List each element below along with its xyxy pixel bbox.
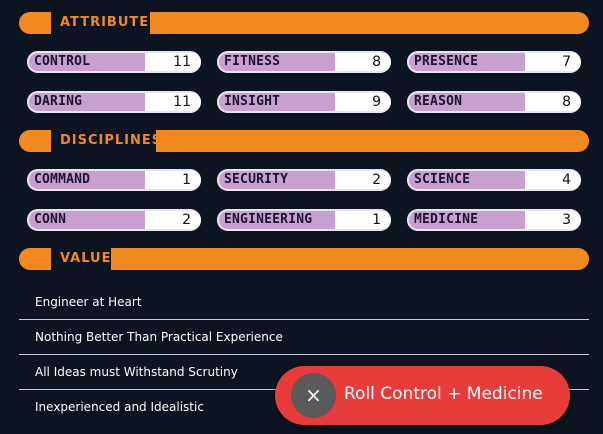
header-cap: [19, 248, 51, 270]
stat-label: SECURITY: [224, 172, 289, 187]
header-cap: [19, 12, 51, 34]
stat-label: FITNESS: [224, 54, 281, 69]
stat-label: ENGINEERING: [224, 212, 313, 227]
stat-fitness[interactable]: FITNESS 8: [217, 51, 391, 73]
stat-label: CONN: [34, 212, 67, 227]
stat-label: CONTROL: [34, 54, 91, 69]
stat-label: DARING: [34, 94, 83, 109]
stat-command[interactable]: COMMAND 1: [27, 169, 201, 191]
stat-conn[interactable]: CONN 2: [27, 209, 201, 231]
stat-label: INSIGHT: [224, 94, 281, 109]
stat-value[interactable]: 1: [145, 171, 201, 189]
roll-button-label: Roll Control + Medicine: [344, 384, 543, 404]
stat-science[interactable]: SCIENCE 4: [407, 169, 581, 191]
header-fill: [156, 130, 589, 152]
stat-control[interactable]: CONTROL 11: [27, 51, 201, 73]
stat-value[interactable]: 11: [145, 53, 201, 71]
attributes-header: ATTRIBUTES: [19, 12, 589, 34]
stat-value[interactable]: 7: [525, 53, 581, 71]
stat-engineering[interactable]: ENGINEERING 1: [217, 209, 391, 231]
header-cap: [19, 130, 51, 152]
close-icon[interactable]: ×: [291, 373, 336, 418]
stat-value[interactable]: 11: [145, 93, 201, 111]
disciplines-header: DISCIPLINES: [19, 130, 589, 152]
stat-value[interactable]: 8: [335, 53, 391, 71]
stat-label: REASON: [414, 94, 463, 109]
stat-value[interactable]: 8: [525, 93, 581, 111]
value-item[interactable]: Engineer at Heart: [19, 285, 589, 320]
stat-label: COMMAND: [34, 172, 91, 187]
stat-value[interactable]: 9: [335, 93, 391, 111]
stat-presence[interactable]: PRESENCE 7: [407, 51, 581, 73]
stat-label: MEDICINE: [414, 212, 479, 227]
stat-reason[interactable]: REASON 8: [407, 91, 581, 113]
header-fill: [150, 12, 589, 34]
stat-security[interactable]: SECURITY 2: [217, 169, 391, 191]
roll-button[interactable]: × Roll Control + Medicine: [275, 366, 570, 425]
header-fill: [111, 248, 589, 270]
disciplines-title: DISCIPLINES: [51, 130, 172, 152]
value-item[interactable]: Nothing Better Than Practical Experience: [19, 320, 589, 355]
stat-label: PRESENCE: [414, 54, 479, 69]
stat-insight[interactable]: INSIGHT 9: [217, 91, 391, 113]
stat-value[interactable]: 2: [145, 211, 201, 229]
stat-label: SCIENCE: [414, 172, 471, 187]
stat-value[interactable]: 1: [335, 211, 391, 229]
stat-daring[interactable]: DARING 11: [27, 91, 201, 113]
values-header: VALUES: [19, 248, 589, 270]
stat-value[interactable]: 3: [525, 211, 581, 229]
stat-medicine[interactable]: MEDICINE 3: [407, 209, 581, 231]
stat-value[interactable]: 2: [335, 171, 391, 189]
stat-value[interactable]: 4: [525, 171, 581, 189]
